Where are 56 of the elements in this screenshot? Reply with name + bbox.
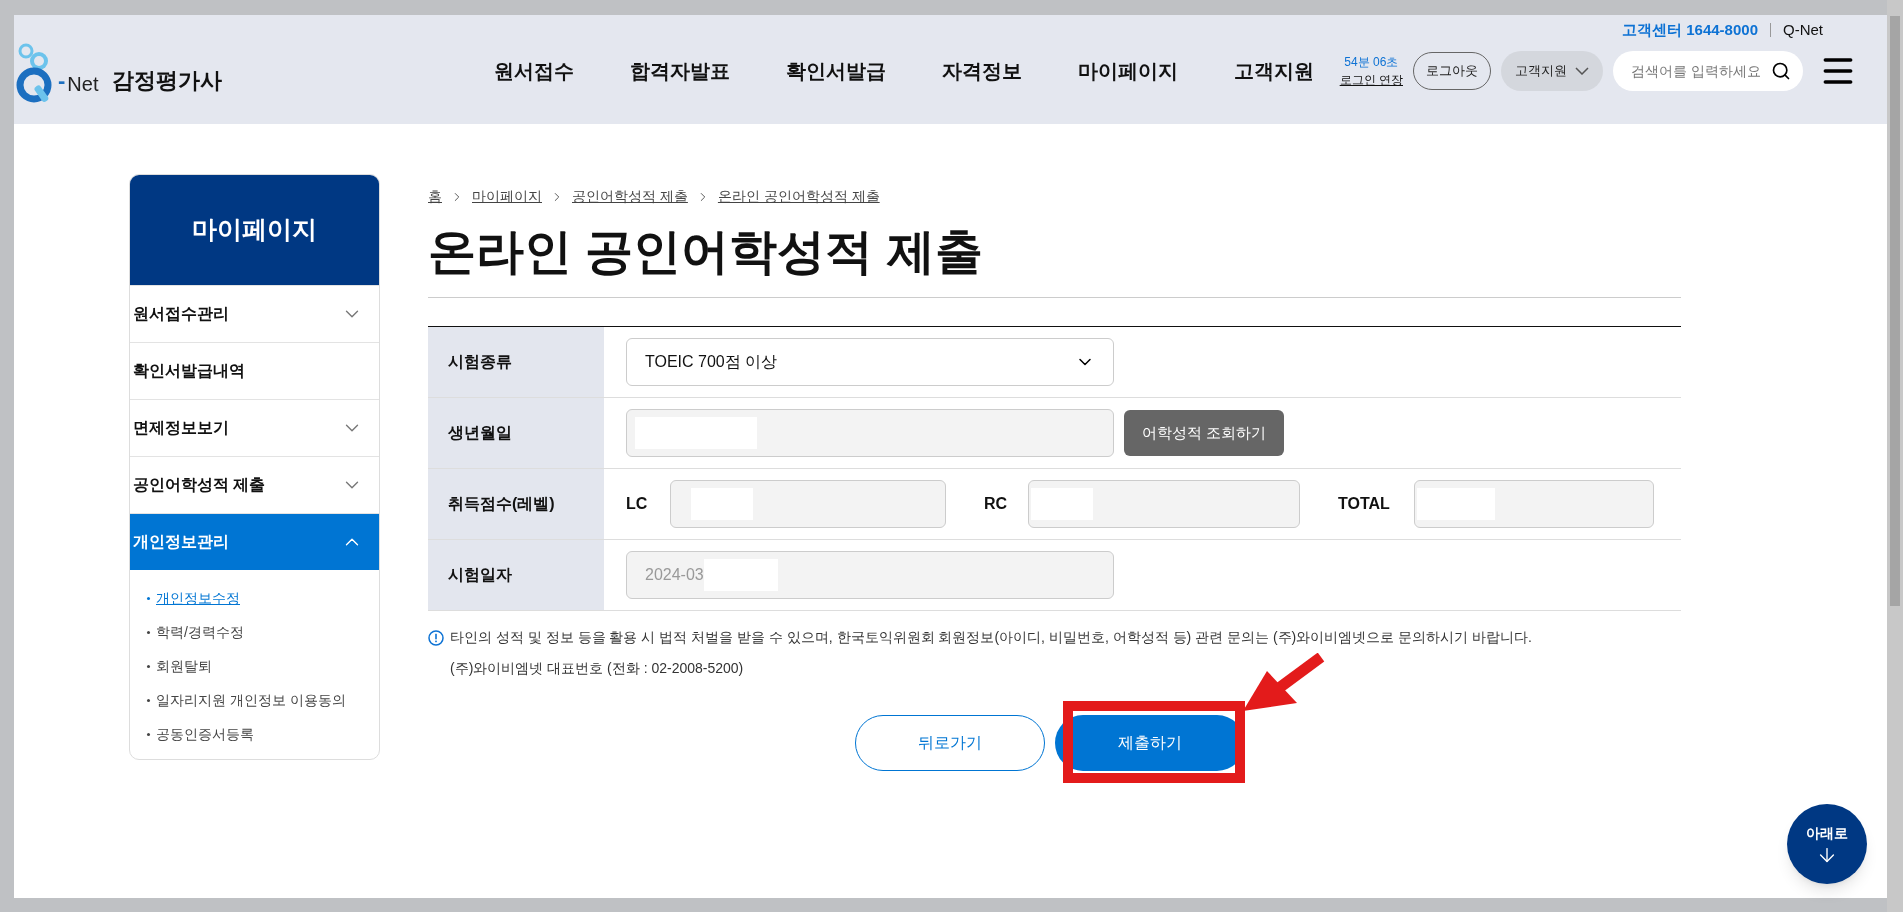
nav-link[interactable]: 확인서발급 <box>786 55 887 86</box>
sidebar-title: 마이페이지 <box>192 214 317 246</box>
exam-type-select[interactable]: TOEIC 700점 이상 <box>626 338 1114 386</box>
score-label: LC <box>626 494 649 514</box>
text-field[interactable] <box>1028 480 1300 528</box>
field-label: 생년월일 <box>448 423 512 443</box>
bullet-icon <box>147 733 150 736</box>
submenu-link[interactable]: 개인정보수정 <box>147 588 379 609</box>
submenu-link[interactable]: 회원탈퇴 <box>147 656 379 677</box>
sidebar-item[interactable]: 개인정보관리 <box>130 513 379 570</box>
logo-text: Net <box>67 71 99 97</box>
bullet-icon <box>147 665 150 668</box>
text-field[interactable] <box>670 480 946 528</box>
nav-link[interactable]: 합격자발표 <box>630 55 731 86</box>
score-label: RC <box>984 494 1009 514</box>
extend-login-link[interactable]: 로그인 연장 <box>1339 70 1403 89</box>
submenu-link[interactable]: 공동인증서등록 <box>147 724 379 745</box>
breadcrumb-link[interactable]: 온라인 공인어학성적 제출 <box>717 186 880 207</box>
back-button[interactable]: 뒤로가기 <box>854 715 1045 771</box>
breadcrumb-link[interactable]: 홈 <box>428 186 442 207</box>
nav-link[interactable]: 마이페이지 <box>1078 55 1179 86</box>
sidebar-item[interactable]: 면제정보보기 <box>130 399 379 456</box>
field-label: 시험일자 <box>448 565 512 585</box>
bullet-icon <box>147 699 150 702</box>
field-label: 취득점수(레벨) <box>448 494 555 514</box>
text-field[interactable] <box>1414 480 1654 528</box>
logo-dash: - <box>58 66 66 95</box>
nav-link[interactable]: 고객지원 <box>1234 55 1315 86</box>
nav-link[interactable]: 원서접수 <box>494 55 575 86</box>
qnet-link[interactable]: Q-Net <box>1783 19 1823 42</box>
sidebar-item[interactable]: 확인서발급내역 <box>130 342 379 399</box>
support-dropdown[interactable]: 고객지원 <box>1501 50 1603 91</box>
sidebar-item[interactable]: 원서접수관리 <box>130 285 379 342</box>
bullet-icon <box>147 597 150 600</box>
nav-link[interactable]: 자격정보 <box>942 55 1023 86</box>
scroll-down-button[interactable]: 아래로 <box>1787 804 1867 884</box>
submenu-link[interactable]: 일자리지원 개인정보 이용동의 <box>147 690 379 711</box>
search-icon[interactable] <box>1771 60 1791 81</box>
breadcrumb-link[interactable]: 공인어학성적 제출 <box>572 186 688 207</box>
text-field[interactable] <box>626 409 1114 457</box>
search-field[interactable]: 검색어를 입력하세요 <box>1613 50 1803 91</box>
customer-center-link[interactable]: 고객센터 1644-8000 <box>1622 19 1758 42</box>
scrollbar[interactable] <box>1887 0 1903 912</box>
bullet-icon <box>147 631 150 634</box>
field-label: 시험종류 <box>448 352 512 372</box>
session-timer: 54분 06초 <box>1344 53 1399 71</box>
notice-text: (주)와이비엠넷 대표번호 (전화 : 02-2008-5200) <box>449 659 745 678</box>
submenu-link[interactable]: 학력/경력수정 <box>147 622 379 643</box>
breadcrumb-link[interactable]: 마이페이지 <box>472 186 542 207</box>
score-lookup-button[interactable]: 어학성적 조회하기 <box>1124 410 1285 456</box>
chevron-down-icon <box>1575 66 1589 75</box>
info-icon <box>428 629 444 646</box>
page-title: 온라인 공인어학성적 제출 <box>428 224 984 280</box>
notice-text: 타인의 성적 및 정보 등을 활용 시 법적 처벌을 받을 수 있으며, 한국토익위원회 회원정보(아이디, 비밀번호, 어학성적 등) 관련 문의는 (주)와이비엠넷으로 문의하시기 바랍니다. <box>450 628 1532 647</box>
score-label: TOTAL <box>1338 494 1391 514</box>
site-name: 감정평가사 <box>112 66 223 95</box>
